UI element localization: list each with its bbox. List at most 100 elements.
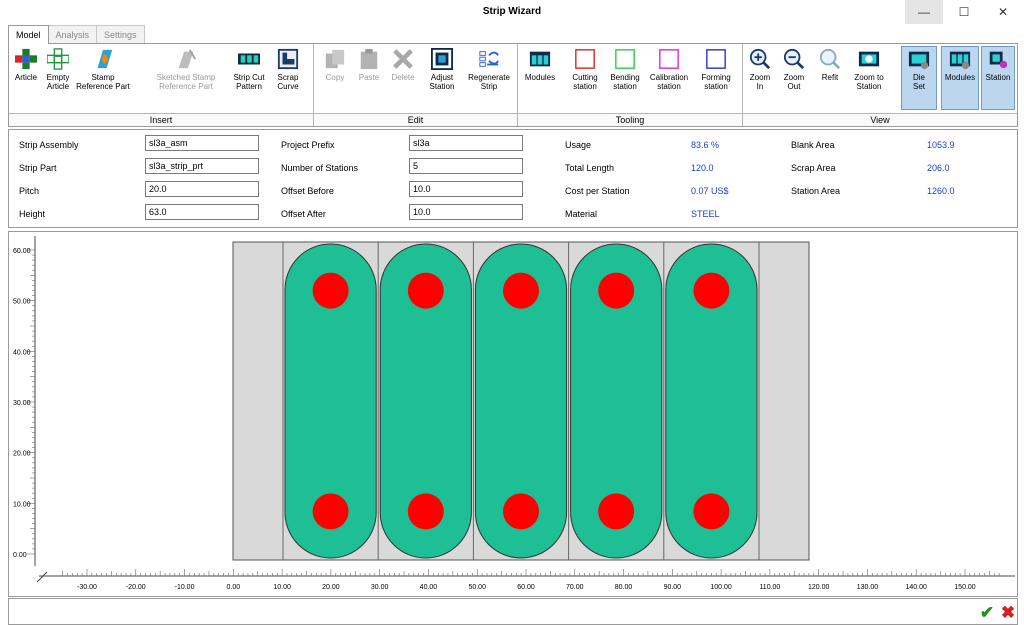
calibration-station-icon (659, 49, 679, 69)
copy-icon (325, 49, 345, 69)
regenerate-strip-button[interactable]: Regenerate Strip (464, 47, 514, 91)
window-title: Strip Wizard (482, 6, 542, 17)
insert-group-label: Insert (9, 113, 313, 126)
die-set-button[interactable]: Die Set (901, 46, 937, 110)
delete-button[interactable]: Delete (388, 47, 418, 82)
copy-button[interactable]: Copy (320, 47, 350, 82)
station-view-icon (989, 51, 1008, 69)
zoom-out-button[interactable]: Zoom Out (779, 47, 809, 91)
strip-drawing[interactable]: 60.00 50.00 40.00 30.00 20.00 10.00 0.00 -30.0… (9, 232, 1017, 596)
modules-button[interactable]: Modules (520, 47, 560, 82)
title-bar: Strip Wizard — ☐ ✕ (0, 0, 1024, 24)
refit-button[interactable]: Refit (815, 47, 845, 82)
pitch-label: Pitch (19, 186, 40, 196)
tab-model[interactable]: Model (8, 25, 49, 44)
material-value: STEEL (691, 209, 720, 219)
x-tick-label: 70.00 (566, 584, 584, 591)
forming-station-button[interactable]: Forming station (696, 47, 736, 91)
project-prefix-label: Project Prefix (281, 140, 335, 150)
num-stations-label: Number of Stations (281, 163, 359, 173)
scrap-curve-icon (277, 48, 299, 70)
strip-part-input[interactable]: sl3a_strip_prt (145, 158, 259, 174)
pierce-hole (407, 272, 444, 309)
cutting-station-button[interactable]: Cutting station (566, 47, 604, 91)
x-tick-label: 50.00 (468, 584, 486, 591)
x-tick-label: 90.00 (664, 584, 682, 591)
material-label: Material (565, 209, 598, 219)
x-tick-label: 10.00 (273, 584, 291, 591)
cost-per-station-label: Cost per Station (565, 186, 630, 196)
paste-icon (360, 48, 378, 70)
horizontal-ruler: -30.00 -20.00 -10.00 0.00 10.00 20.00 30.00 40.… (36, 569, 1015, 591)
zoom-to-station-icon (858, 51, 880, 67)
y-tick-label: 0.00 (13, 552, 27, 559)
paste-button[interactable]: Paste (354, 47, 384, 82)
x-tick-label: 100.00 (710, 584, 732, 591)
close-button[interactable]: ✕ (984, 0, 1022, 24)
delete-icon (393, 49, 413, 69)
pierce-hole (598, 493, 635, 530)
x-tick-label: 80.00 (615, 584, 633, 591)
modules-view-button[interactable]: Modules (941, 46, 979, 110)
x-tick-label: 110.00 (759, 584, 780, 591)
stamp-reference-part-button[interactable]: Stamp Reference Part (73, 47, 133, 91)
ok-button[interactable]: ✔ (977, 603, 997, 623)
total-length-value: 120.0 (691, 163, 714, 173)
stamp-icon (97, 49, 113, 69)
insert-group: Article Empty Article Stamp Reference Pa… (9, 44, 314, 126)
x-tick-label: 20.00 (322, 584, 340, 591)
y-tick-label: 20.00 (13, 451, 31, 458)
station-area-value: 1260.0 (927, 186, 955, 196)
strip-assembly-input[interactable]: sl3a_asm (145, 135, 259, 151)
vertical-ruler: 60.00 50.00 40.00 30.00 20.00 10.00 0.00 (13, 236, 36, 566)
project-prefix-input[interactable]: sl3a (409, 135, 523, 151)
x-tick-label: 150.00 (954, 584, 976, 591)
bottom-bar: ✔ ✖ (8, 598, 1018, 625)
scrap-area-value: 206.0 (927, 163, 950, 173)
tooling-group: Modules Cutting station Bending station … (518, 44, 743, 126)
tab-analysis[interactable]: Analysis (47, 25, 98, 44)
offset-after-input[interactable]: 10.0 (409, 204, 523, 220)
zoom-in-button[interactable]: Zoom In (745, 47, 775, 91)
zoom-to-station-button[interactable]: Zoom to Station (849, 47, 889, 91)
scrap-curve-button[interactable]: Scrap Curve (271, 47, 305, 91)
station-view-button[interactable]: Station (981, 46, 1015, 110)
station-area-label: Station Area (791, 186, 841, 196)
calibration-station-button[interactable]: Calibration station (646, 47, 692, 91)
x-tick-label: 130.00 (857, 584, 879, 591)
cutting-station-icon (575, 49, 595, 69)
y-tick-label: 40.00 (13, 349, 31, 356)
ribbon-tabs: Model Analysis Settings (8, 25, 145, 44)
offset-after-label: Offset After (281, 209, 326, 219)
empty-article-button[interactable]: Empty Article (43, 47, 73, 91)
pitch-input[interactable]: 20.0 (145, 181, 259, 197)
strip-cut-pattern-button[interactable]: Strip Cut Pattern (229, 47, 269, 91)
y-tick-label: 10.00 (13, 501, 31, 508)
bending-station-button[interactable]: Bending station (606, 47, 644, 91)
article-button[interactable]: Article (11, 47, 41, 82)
tooling-group-label: Tooling (518, 113, 742, 126)
minimize-button[interactable]: — (905, 0, 943, 24)
maximize-button[interactable]: ☐ (945, 0, 983, 24)
bending-station-icon (615, 49, 635, 69)
height-input[interactable]: 63.0 (145, 204, 259, 220)
adjust-station-button[interactable]: Adjust Station (424, 47, 460, 91)
pierce-hole (693, 272, 730, 309)
die-set-icon (908, 51, 930, 70)
sketched-stamp-button[interactable]: Sketched Stamp Reference Part (151, 47, 221, 91)
total-length-label: Total Length (565, 163, 615, 173)
num-stations-input[interactable]: 5 (409, 158, 523, 174)
properties-panel: Strip Assembly sl3a_asm Strip Part sl3a_… (8, 129, 1018, 228)
sketched-stamp-icon (178, 49, 196, 69)
strip-cut-icon (238, 53, 260, 65)
tab-settings[interactable]: Settings (96, 25, 145, 44)
cancel-button[interactable]: ✖ (998, 603, 1018, 623)
edit-group-label: Edit (314, 113, 517, 126)
cost-per-station-value: 0.07 US$ (691, 186, 729, 196)
offset-before-input[interactable]: 10.0 (409, 181, 523, 197)
zoom-in-icon (749, 48, 771, 70)
y-tick-label: 50.00 (13, 299, 31, 306)
refit-icon (819, 48, 841, 70)
strip-canvas[interactable]: 60.00 50.00 40.00 30.00 20.00 10.00 0.00 -30.0… (8, 231, 1018, 597)
adjust-station-icon (431, 48, 453, 70)
